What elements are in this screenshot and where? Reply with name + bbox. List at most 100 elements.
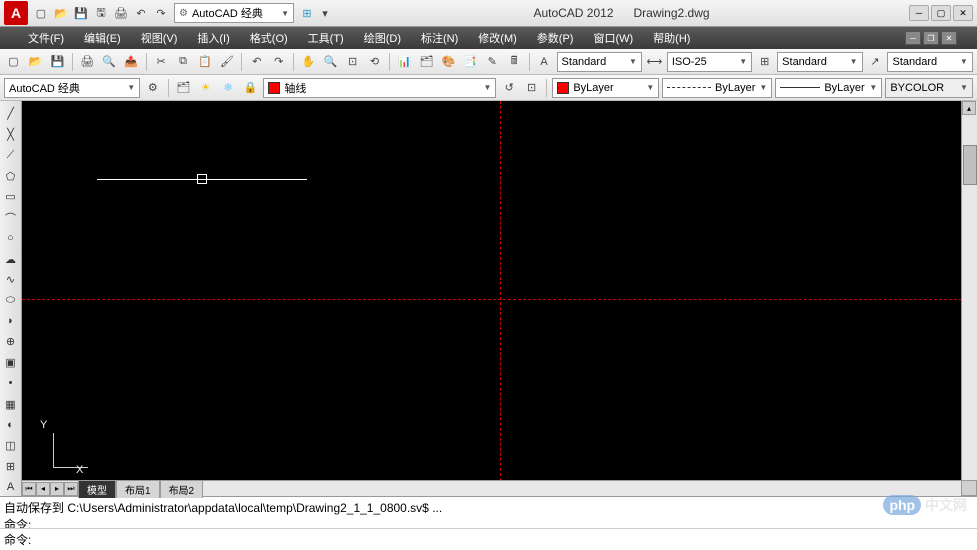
tab-layout2[interactable]: 布局2: [160, 480, 204, 498]
xline-icon[interactable]: ╳: [2, 126, 20, 144]
markup-icon[interactable]: ✎: [483, 52, 502, 72]
tab-prev-icon[interactable]: ◂: [36, 482, 50, 496]
tab-layout1[interactable]: 布局1: [116, 480, 160, 498]
plot-icon[interactable]: 🖨: [78, 52, 97, 72]
block-icon[interactable]: ▣: [2, 354, 20, 372]
menu-edit[interactable]: 编辑(E): [76, 28, 129, 48]
zoom-prev-icon[interactable]: ⟲: [365, 52, 384, 72]
command-input[interactable]: [31, 531, 973, 548]
menu-parametric[interactable]: 参数(P): [529, 28, 582, 48]
rectangle-icon[interactable]: ▭: [2, 188, 20, 206]
command-line[interactable]: 命令:: [0, 529, 977, 550]
dcenter-icon[interactable]: 🗂: [417, 52, 436, 72]
color-combo[interactable]: ByLayer▼: [552, 78, 659, 98]
arc-icon[interactable]: ⌒: [2, 209, 20, 227]
mleader-style-combo[interactable]: Standard▼: [887, 52, 972, 72]
layer-prev-icon[interactable]: ↺: [499, 78, 518, 98]
qat-save-icon[interactable]: 💾: [72, 4, 90, 22]
point-icon[interactable]: •: [2, 375, 20, 393]
mleader-style-icon[interactable]: ↗: [866, 52, 885, 72]
circle-icon[interactable]: ○: [2, 229, 20, 247]
copy-icon[interactable]: ⧉: [174, 52, 193, 72]
cut-icon[interactable]: ✂: [152, 52, 171, 72]
zoom-window-icon[interactable]: ⊡: [343, 52, 362, 72]
menu-window[interactable]: 窗口(W): [585, 28, 641, 48]
new-icon[interactable]: ▢: [4, 52, 23, 72]
scroll-up-icon[interactable]: ▴: [962, 101, 976, 115]
qat-extend-icon[interactable]: ▾: [316, 4, 334, 22]
insert-icon[interactable]: ⊕: [2, 333, 20, 351]
undo-icon[interactable]: ↶: [247, 52, 266, 72]
dim-style-combo[interactable]: ISO-25▼: [667, 52, 752, 72]
mdi-close[interactable]: ✕: [941, 31, 957, 45]
table-icon[interactable]: ⊞: [2, 457, 20, 475]
properties-icon[interactable]: 📊: [395, 52, 414, 72]
layer-combo[interactable]: 轴线▼: [263, 78, 496, 98]
mdi-minimize[interactable]: ─: [905, 31, 921, 45]
text-style-icon[interactable]: A: [535, 52, 554, 72]
layer-iso-icon[interactable]: ⊡: [522, 78, 541, 98]
publish-icon[interactable]: 📤: [122, 52, 141, 72]
redo-icon[interactable]: ↷: [269, 52, 288, 72]
linetype-combo[interactable]: ByLayer▼: [662, 78, 772, 98]
pline-icon[interactable]: ⟋: [2, 146, 20, 164]
paste-icon[interactable]: 📋: [196, 52, 215, 72]
pan-icon[interactable]: ✋: [299, 52, 318, 72]
app-icon[interactable]: A: [4, 1, 28, 25]
preview-icon[interactable]: 🔍: [100, 52, 119, 72]
zoom-icon[interactable]: 🔍: [321, 52, 340, 72]
qat-grid-icon[interactable]: ⊞: [298, 4, 316, 22]
mdi-restore[interactable]: ❐: [923, 31, 939, 45]
scroll-thumb-v[interactable]: [963, 145, 977, 185]
open-icon[interactable]: 📂: [26, 52, 45, 72]
sheet-icon[interactable]: 📑: [461, 52, 480, 72]
tab-first-icon[interactable]: ⏮: [22, 482, 36, 496]
table-style-icon[interactable]: ⊞: [755, 52, 774, 72]
qat-redo-icon[interactable]: ↷: [152, 4, 170, 22]
close-button[interactable]: ✕: [953, 5, 973, 21]
qat-saveas-icon[interactable]: 🖫: [92, 4, 110, 22]
qat-plot-icon[interactable]: 🖨: [112, 4, 130, 22]
workspace-combo2[interactable]: AutoCAD 经典▼: [4, 78, 140, 98]
table-style-combo[interactable]: Standard▼: [777, 52, 862, 72]
revcloud-icon[interactable]: ☁: [2, 250, 20, 268]
qat-undo-icon[interactable]: ↶: [132, 4, 150, 22]
qat-new-icon[interactable]: ▢: [32, 4, 50, 22]
tab-model[interactable]: 模型: [78, 480, 116, 498]
layer-prop-icon[interactable]: 🗂: [174, 78, 193, 98]
ellipse-icon[interactable]: ⬭: [2, 292, 20, 310]
ellipse-arc-icon[interactable]: ◗: [2, 312, 20, 330]
menu-modify[interactable]: 修改(M): [470, 28, 525, 48]
polygon-icon[interactable]: ⬠: [2, 167, 20, 185]
gradient-icon[interactable]: ◐: [2, 416, 20, 434]
menu-tools[interactable]: 工具(T): [300, 28, 352, 48]
qat-open-icon[interactable]: 📂: [52, 4, 70, 22]
menu-draw[interactable]: 绘图(D): [356, 28, 409, 48]
toolpal-icon[interactable]: 🎨: [439, 52, 458, 72]
ws-settings-icon[interactable]: ⚙: [143, 78, 162, 98]
layer-freeze-icon[interactable]: ❄: [218, 78, 237, 98]
workspace-combo[interactable]: ⚙ AutoCAD 经典 ▼: [174, 3, 294, 23]
layer-lock-icon[interactable]: 🔒: [241, 78, 260, 98]
match-icon[interactable]: 🖌: [217, 52, 236, 72]
tab-next-icon[interactable]: ▸: [50, 482, 64, 496]
dim-style-icon[interactable]: ⟷: [645, 52, 664, 72]
text-style-combo[interactable]: Standard▼: [557, 52, 642, 72]
lineweight-combo[interactable]: ByLayer▼: [775, 78, 882, 98]
menu-insert[interactable]: 插入(I): [189, 28, 237, 48]
layer-state-icon[interactable]: ☀: [196, 78, 215, 98]
save-icon[interactable]: 💾: [48, 52, 67, 72]
menu-format[interactable]: 格式(O): [242, 28, 296, 48]
menu-dimension[interactable]: 标注(N): [413, 28, 466, 48]
hatch-icon[interactable]: ▦: [2, 395, 20, 413]
calc-icon[interactable]: 🖩: [505, 52, 524, 72]
maximize-button[interactable]: ▢: [931, 5, 951, 21]
menu-file[interactable]: 文件(F): [20, 28, 72, 48]
minimize-button[interactable]: ─: [909, 5, 929, 21]
menu-help[interactable]: 帮助(H): [645, 28, 698, 48]
menu-view[interactable]: 视图(V): [133, 28, 186, 48]
tab-last-icon[interactable]: ⏭: [64, 482, 78, 496]
mtext-icon[interactable]: A: [2, 478, 20, 496]
vertical-scrollbar[interactable]: ▴: [961, 101, 977, 480]
spline-icon[interactable]: ∿: [2, 271, 20, 289]
